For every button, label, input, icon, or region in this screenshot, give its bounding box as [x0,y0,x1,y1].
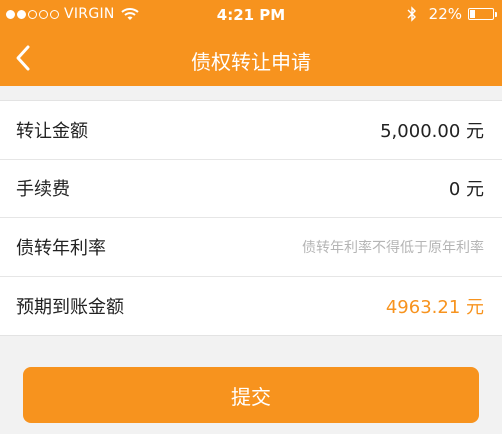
fee-label: 手续费 [16,179,70,201]
expected-amount-label: 预期到账金额 [16,296,124,318]
nav-bar: 债权转让申请 [0,30,502,86]
status-bar: VIRGIN 4:21 PM 22% [0,0,502,30]
form-list: 转让金额 5,000.00 元 手续费 0 元 债转年利率 债转年利率不得低于原… [0,100,502,336]
status-right: 22% [407,5,497,23]
fee-value: 0 元 [448,179,484,201]
annual-rate-label: 债转年利率 [16,237,106,259]
row-transfer-amount: 转让金额 5,000.00 元 [0,101,502,160]
submit-button[interactable]: 提交 [23,367,479,423]
page-title: 债权转让申请 [191,50,311,74]
battery-percent: 22% [428,5,462,23]
battery-icon [468,8,497,20]
transfer-amount-value: 5,000.00 元 [380,120,484,142]
transfer-amount-label: 转让金额 [16,120,88,142]
expected-amount-value: 4963.21 元 [385,296,484,318]
row-fee: 手续费 0 元 [0,160,502,218]
row-annual-rate[interactable]: 债转年利率 债转年利率不得低于原年利率 [0,218,502,277]
annual-rate-input[interactable]: 债转年利率不得低于原年利率 [302,237,484,257]
bluetooth-icon [407,6,416,22]
row-expected-amount: 预期到账金额 4963.21 元 [0,277,502,336]
